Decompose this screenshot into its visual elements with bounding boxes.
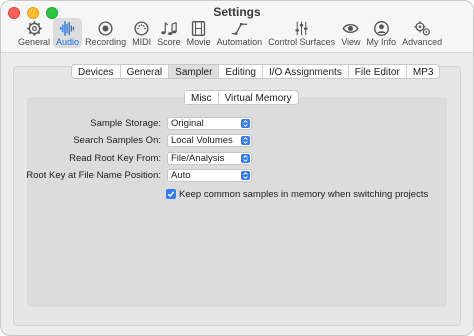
sample-storage-label: Sample Storage: [90,118,161,129]
popup-chevron-icon [241,119,250,128]
toolbar-label: View [341,37,361,47]
tab-file-editor[interactable]: File Editor [349,65,407,78]
toolbar-audio[interactable]: Audio [53,18,83,48]
toolbar-label: Movie [186,37,211,47]
toolbar-score[interactable]: Score [154,18,184,48]
settings-window: Settings General Audio Recording MIDI Sc… [0,0,474,336]
search-samples-label: Search Samples On: [73,135,161,146]
toolbar-general[interactable]: General [15,18,53,48]
popup-value: Auto [171,170,191,181]
toolbar-midi[interactable]: MIDI [129,18,154,48]
popup-value: Local Volumes [171,135,233,146]
toolbar-view[interactable]: View [338,18,363,48]
music-notes-icon [161,22,178,36]
search-samples-row: Search Samples On: Local Volumes [1,134,473,148]
read-root-key-row: Read Root Key From: File/Analysis [1,152,473,166]
toolbar-movie[interactable]: Movie [184,18,214,48]
tab-editing[interactable]: Editing [219,65,263,78]
preferences-toolbar: General Audio Recording MIDI Score Movie [15,18,445,50]
gear-icon [26,21,42,36]
toolbar-label: Score [157,37,181,47]
automation-curve-icon [231,22,248,35]
root-key-position-popup[interactable]: Auto [167,169,252,182]
popup-chevron-icon [241,154,250,163]
keep-common-samples-label: Keep common samples in memory when switc… [179,188,429,200]
toolbar-label: Advanced [402,37,443,47]
tab-sampler[interactable]: Sampler [169,65,220,78]
toolbar-label: My Info [366,37,397,47]
toolbar-my-info[interactable]: My Info [364,18,400,48]
popup-value: File/Analysis [171,153,225,164]
film-icon [191,21,206,36]
subtab-misc[interactable]: Misc [185,91,219,104]
title-bar: Settings General Audio Recording MIDI Sc… [1,1,473,53]
eye-icon [342,23,359,34]
popup-value: Original [171,118,204,129]
tab-general[interactable]: General [121,65,170,78]
root-key-position-row: Root Key at File Name Position: Auto [1,169,473,183]
person-icon [373,21,389,36]
tab-io-assignments[interactable]: I/O Assignments [263,65,349,78]
keep-common-samples-checkbox[interactable] [166,189,176,199]
window-title: Settings [213,5,261,19]
toolbar-advanced[interactable]: Advanced [399,18,445,48]
subtab-virtual-memory[interactable]: Virtual Memory [219,91,298,104]
search-samples-popup[interactable]: Local Volumes [167,134,252,147]
sample-storage-popup[interactable]: Original [167,117,252,130]
audio-tab-bar: Devices General Sampler Editing I/O Assi… [71,64,441,79]
keep-common-samples-row: Keep common samples in memory when switc… [166,188,428,200]
toolbar-label: Automation [216,37,263,47]
toolbar-label: Recording [85,37,127,47]
waveform-icon [60,21,75,36]
toolbar-recording[interactable]: Recording [82,18,129,48]
toolbar-automation[interactable]: Automation [214,18,266,48]
toolbar-label: MIDI [132,37,152,47]
popup-chevron-icon [241,171,250,180]
toolbar-label: Control Surfaces [268,37,336,47]
tab-devices[interactable]: Devices [72,65,121,78]
sampler-subtab-bar: Misc Virtual Memory [184,90,299,105]
record-icon [98,21,113,36]
toolbar-label: Audio [56,37,80,47]
sliders-icon [295,21,308,36]
root-key-position-label: Root Key at File Name Position: [26,170,161,181]
popup-chevron-icon [241,136,250,145]
sample-storage-row: Sample Storage: Original [1,117,473,131]
midi-icon [134,21,149,36]
toolbar-control-surfaces[interactable]: Control Surfaces [265,18,338,48]
gears-icon [414,21,430,36]
read-root-key-label: Read Root Key From: [69,153,161,164]
tab-mp3[interactable]: MP3 [407,65,440,78]
toolbar-label: General [18,37,51,47]
read-root-key-popup[interactable]: File/Analysis [167,152,252,165]
